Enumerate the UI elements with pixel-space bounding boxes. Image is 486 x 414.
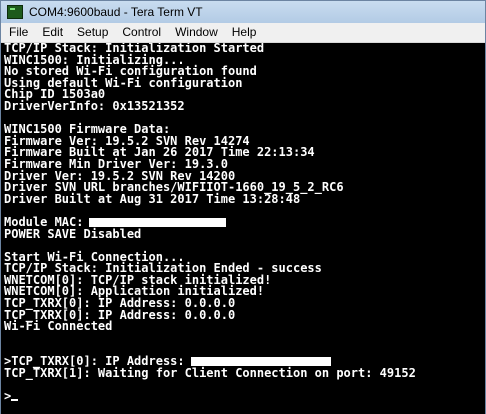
menu-bar: File Edit Setup Control Window Help xyxy=(1,23,485,43)
terminal-lines: TCP/IP Stack: Initialization Started WIN… xyxy=(4,43,416,402)
terminal-line-text: > xyxy=(4,388,12,403)
terminal-line: POWER SAVE Disabled xyxy=(4,226,416,241)
redacted-mac-block xyxy=(89,218,227,228)
terminal-line: Wi-Fi Connected xyxy=(4,319,416,334)
redacted-ip-block xyxy=(190,357,331,367)
terminal-line: DriverVerInfo: 0x13521352 xyxy=(4,98,416,113)
terminal-line: > xyxy=(4,388,416,403)
terminal-line-text: DriverVerInfo: 0x13521352 xyxy=(4,98,185,113)
tera-term-app-icon[interactable] xyxy=(7,5,23,19)
menu-window[interactable]: Window xyxy=(168,23,225,42)
menu-control[interactable]: Control xyxy=(115,23,168,42)
terminal-line-text: POWER SAVE Disabled xyxy=(4,226,142,241)
terminal-line-text: TCP_TXRX[1]: Waiting for Client Connecti… xyxy=(4,365,416,380)
terminal-line-text: Wi-Fi Connected xyxy=(4,319,113,334)
title-bar[interactable]: COM4:9600baud - Tera Term VT xyxy=(1,1,485,23)
terminal-line: Driver Built at Aug 31 2017 Time 13:28:4… xyxy=(4,191,416,206)
menu-help[interactable]: Help xyxy=(225,23,264,42)
terminal-line-text: Driver Built at Aug 31 2017 Time 13:28:4… xyxy=(4,191,301,206)
terminal-cursor xyxy=(11,399,19,402)
menu-file[interactable]: File xyxy=(1,23,35,42)
menu-setup[interactable]: Setup xyxy=(70,23,115,42)
window-title: COM4:9600baud - Tera Term VT xyxy=(29,5,203,19)
terminal-output[interactable]: TCP/IP Stack: Initialization Started WIN… xyxy=(1,43,485,414)
menu-edit[interactable]: Edit xyxy=(35,23,70,42)
terminal-window: COM4:9600baud - Tera Term VT File Edit S… xyxy=(0,0,486,414)
terminal-line: TCP_TXRX[1]: Waiting for Client Connecti… xyxy=(4,365,416,380)
